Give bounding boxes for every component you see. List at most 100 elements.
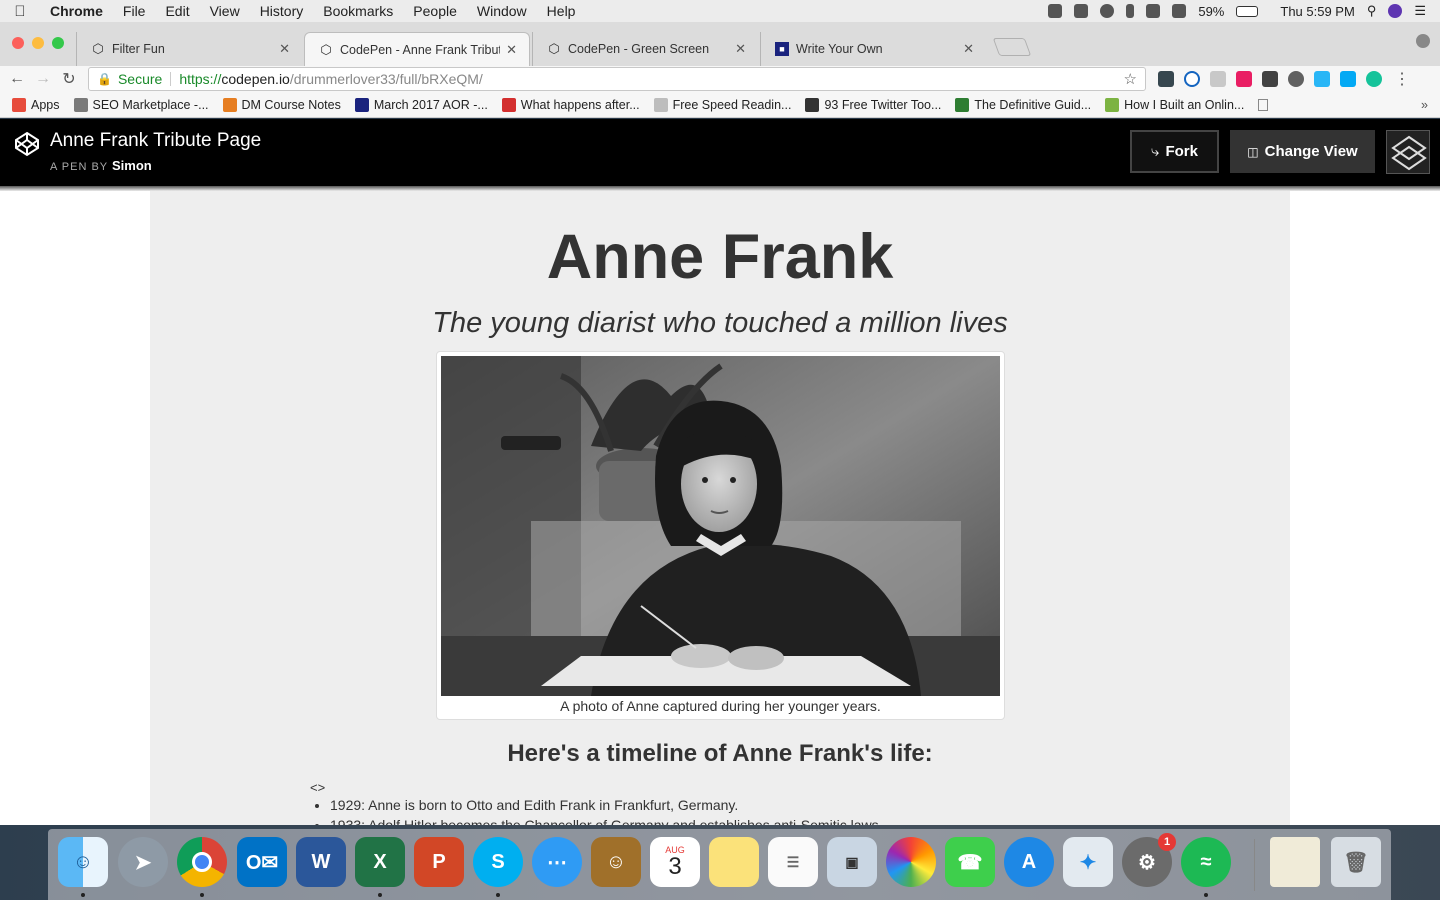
menu-view[interactable]: View <box>200 3 250 19</box>
grammarly-icon[interactable] <box>1366 71 1382 87</box>
menu-app-name[interactable]: Chrome <box>40 3 113 19</box>
running-indicator <box>81 893 85 897</box>
tab-anne-frank[interactable]: ⬡ CodePen - Anne Frank Tribute Page ✕ <box>304 32 530 66</box>
back-arrow-icon[interactable]: ← <box>4 70 30 88</box>
app-store-icon[interactable]: A <box>1004 837 1054 887</box>
preview-icon[interactable]: ▣ <box>827 837 877 887</box>
outlook-icon[interactable]: O✉ <box>237 837 287 887</box>
check-icon[interactable] <box>1100 4 1115 18</box>
calendar-icon[interactable]: AUG 3 <box>650 837 700 887</box>
bookmark-item[interactable]: March 2017 AOR -... <box>354 97 488 112</box>
menu-people[interactable]: People <box>403 3 467 19</box>
close-icon[interactable]: ✕ <box>735 41 746 57</box>
bookmark-item[interactable]: The Definitive Guid... <box>955 97 1091 112</box>
menu-help[interactable]: Help <box>537 3 586 19</box>
extension-icon[interactable] <box>1158 71 1174 87</box>
skype-icon[interactable]: S <box>473 837 523 887</box>
bookmark-label: DM Course Notes <box>241 97 341 112</box>
bookmark-label: How I Built an Onlin... <box>1124 97 1245 112</box>
pen-author-link[interactable]: Simon <box>112 158 152 173</box>
image-figure: A photo of Anne captured during her youn… <box>436 351 1005 720</box>
bookmark-star-icon[interactable]: ☆ <box>1124 70 1137 88</box>
facetime-icon[interactable]: ☎ <box>945 837 995 887</box>
more-bookmarks-icon[interactable]: » <box>1421 98 1428 112</box>
codepen-icon: ⬡ <box>548 41 560 56</box>
extension-icon[interactable] <box>1340 71 1356 87</box>
html5-icon[interactable] <box>1074 4 1089 18</box>
excel-icon[interactable]: X <box>355 837 405 887</box>
address-bar[interactable]: 🔒 Secure https:// codepen.io /drummerlov… <box>88 67 1146 91</box>
tab-title: CodePen - Green Screen <box>568 42 710 56</box>
bookmark-apps[interactable]: Apps <box>12 97 60 112</box>
fork-label: Fork <box>1165 143 1198 160</box>
bluetooth-icon[interactable] <box>1126 4 1135 18</box>
menu-bookmarks[interactable]: Bookmarks <box>313 3 403 19</box>
dropbox-icon[interactable] <box>1048 4 1063 18</box>
menu-edit[interactable]: Edit <box>155 3 199 19</box>
battery-percent: 59% <box>1198 3 1225 19</box>
wifi-icon[interactable] <box>1146 4 1161 18</box>
bookmark-item[interactable]: Free Speed Readin... <box>653 97 791 112</box>
profile-icon[interactable] <box>1416 34 1430 48</box>
spotify-icon[interactable]: ≈ <box>1181 837 1231 887</box>
extension-icon[interactable] <box>1210 71 1226 87</box>
powerpoint-icon[interactable]: P <box>414 837 464 887</box>
siri-icon[interactable] <box>1388 4 1403 18</box>
bookmark-item[interactable]: What happens after... <box>501 97 640 112</box>
finder-icon[interactable]: ☺ <box>58 837 108 887</box>
word-icon[interactable]: W <box>296 837 346 887</box>
page-subtitle: The young diarist who touched a million … <box>432 307 1008 339</box>
bookmark-item[interactable]: SEO Marketplace -... <box>73 97 209 112</box>
menu-history[interactable]: History <box>250 3 314 19</box>
mail-extension-icon[interactable] <box>1262 71 1278 87</box>
trash-icon[interactable]: 🗑 <box>1331 837 1381 887</box>
close-icon[interactable]: ✕ <box>963 41 974 57</box>
page-icon[interactable] <box>1258 98 1269 111</box>
reminders-icon[interactable]: ☰ <box>768 837 818 887</box>
maps-icon[interactable]: ✦ <box>1063 837 1113 887</box>
apple-menu-icon[interactable]:  <box>0 3 40 20</box>
menu-file[interactable]: File <box>113 3 156 19</box>
bookmark-favicon-icon <box>354 97 369 112</box>
reload-icon[interactable]: ↻ <box>56 69 82 89</box>
iq-extension-icon[interactable] <box>1314 71 1330 87</box>
minimize-window-button[interactable] <box>32 37 44 49</box>
tab-filter-fun[interactable]: ⬡ Filter Fun ✕ <box>76 32 302 66</box>
photos-icon[interactable] <box>886 837 936 887</box>
battery-icon[interactable] <box>1236 5 1259 17</box>
tab-title: CodePen - Anne Frank Tribute Page <box>340 42 500 57</box>
block-icon[interactable] <box>1184 71 1200 87</box>
color-wheel-icon[interactable] <box>1236 71 1252 87</box>
page-viewport[interactable]: Anne Frank The young diarist who touched… <box>0 191 1440 825</box>
codepen-logo-icon[interactable] <box>14 131 40 157</box>
system-preferences-icon[interactable]: ⚙ 1 <box>1122 833 1176 887</box>
bookmark-item[interactable]: How I Built an Onlin... <box>1105 97 1245 112</box>
chrome-icon[interactable] <box>177 837 227 887</box>
notes-icon[interactable] <box>709 837 759 887</box>
bookmark-item[interactable]: DM Course Notes <box>222 97 341 112</box>
airplay-icon[interactable] <box>1172 4 1187 18</box>
menu-window[interactable]: Window <box>467 3 537 19</box>
timeline-heading: Here's a timeline of Anne Frank's life: <box>507 740 933 767</box>
downloads-stack-icon[interactable] <box>1270 837 1320 887</box>
user-avatar[interactable] <box>1386 130 1430 174</box>
close-window-button[interactable] <box>12 37 24 49</box>
messages-icon[interactable]: ⋯ <box>532 837 582 887</box>
close-icon[interactable]: ✕ <box>279 41 290 57</box>
spotlight-icon[interactable]: ⚲ <box>1367 3 1377 19</box>
tab-green-screen[interactable]: ⬡ CodePen - Green Screen ✕ <box>532 32 758 66</box>
klout-icon[interactable] <box>1288 71 1304 87</box>
notification-center-icon[interactable]: ☰ <box>1414 3 1426 19</box>
new-tab-button[interactable] <box>992 38 1032 56</box>
tab-write-your-own[interactable]: ■ Write Your Own ✕ <box>760 32 986 66</box>
change-view-button[interactable]: ◫ Change View <box>1230 130 1375 173</box>
forward-arrow-icon[interactable]: → <box>30 70 56 88</box>
chrome-menu-icon[interactable]: ⋮ <box>1394 69 1410 89</box>
clock[interactable]: Thu 5:59 PM <box>1280 4 1354 19</box>
close-icon[interactable]: ✕ <box>506 42 517 58</box>
contacts-icon[interactable]: ☺ <box>591 837 641 887</box>
launchpad-icon[interactable]: ➤ <box>118 837 168 887</box>
zoom-window-button[interactable] <box>52 37 64 49</box>
bookmark-item[interactable]: 93 Free Twitter Too... <box>805 97 941 112</box>
fork-button[interactable]: ⤷ Fork <box>1130 130 1219 173</box>
